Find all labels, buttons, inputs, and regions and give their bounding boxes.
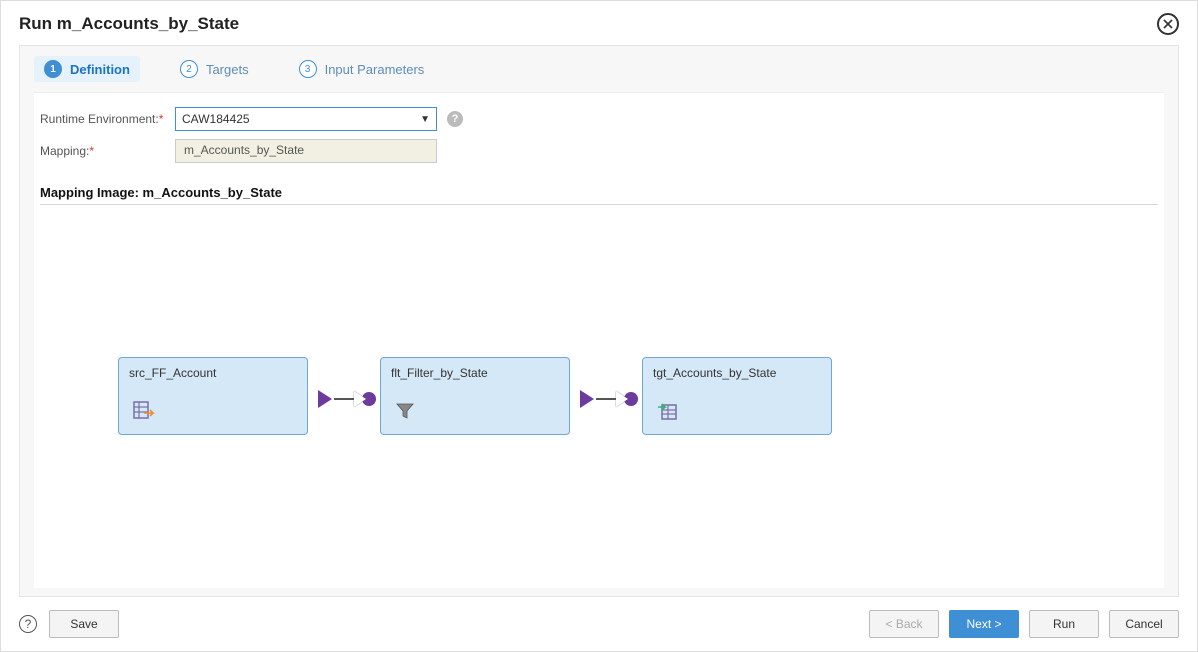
select-value: CAW184425 xyxy=(182,112,250,126)
tab-input-parameters[interactable]: 3 Input Parameters xyxy=(289,56,435,82)
node-source[interactable]: src_FF_Account xyxy=(118,357,308,435)
tab-definition[interactable]: 1 Definition xyxy=(34,56,140,82)
label-text: Mapping: xyxy=(40,144,89,158)
tab-label: Definition xyxy=(70,62,130,77)
runtime-env-row: Runtime Environment:* CAW184425 ▼ ? xyxy=(40,107,1158,131)
filter-icon xyxy=(395,401,415,424)
dialog-title: Run m_Accounts_by_State xyxy=(19,14,239,34)
dialog-footer: ? Save < Back Next > Run Cancel xyxy=(1,597,1197,651)
help-icon[interactable]: ? xyxy=(447,111,463,127)
required-asterisk: * xyxy=(159,112,164,126)
connector-line xyxy=(334,398,356,400)
close-icon xyxy=(1163,19,1173,29)
connector-2 xyxy=(580,390,638,408)
target-icon xyxy=(657,401,679,424)
run-mapping-dialog: Run m_Accounts_by_State 1 Definition 2 T… xyxy=(0,0,1198,652)
mapping-image-title: Mapping Image: m_Accounts_by_State xyxy=(40,185,1158,200)
connector-line xyxy=(596,398,618,400)
footer-left: ? Save xyxy=(19,610,119,638)
tab-label: Targets xyxy=(206,62,249,77)
wizard-body: 1 Definition 2 Targets 3 Input Parameter… xyxy=(19,45,1179,597)
required-asterisk: * xyxy=(89,144,94,158)
footer-help-button[interactable]: ? xyxy=(19,615,37,633)
arrow-icon xyxy=(318,390,332,408)
mapping-field: m_Accounts_by_State xyxy=(175,139,437,163)
arrow-icon xyxy=(580,390,594,408)
node-filter[interactable]: flt_Filter_by_State xyxy=(380,357,570,435)
tab-label: Input Parameters xyxy=(325,62,425,77)
step-number: 2 xyxy=(180,60,198,78)
cancel-button[interactable]: Cancel xyxy=(1109,610,1179,638)
source-icon xyxy=(133,401,155,424)
label-text: Runtime Environment: xyxy=(40,112,159,126)
section-divider xyxy=(40,204,1158,205)
node-target[interactable]: tgt_Accounts_by_State xyxy=(642,357,832,435)
connector-1 xyxy=(318,390,376,408)
mapping-label: Mapping:* xyxy=(40,144,175,158)
next-button[interactable]: Next > xyxy=(949,610,1019,638)
back-button[interactable]: < Back xyxy=(869,610,939,638)
runtime-env-label: Runtime Environment:* xyxy=(40,112,175,126)
wizard-tabs: 1 Definition 2 Targets 3 Input Parameter… xyxy=(20,46,1178,92)
save-button[interactable]: Save xyxy=(49,610,119,638)
footer-right: < Back Next > Run Cancel xyxy=(869,610,1179,638)
tab-content: Runtime Environment:* CAW184425 ▼ ? Mapp… xyxy=(34,92,1164,588)
node-title: src_FF_Account xyxy=(129,366,297,380)
chevron-down-icon: ▼ xyxy=(420,114,430,125)
close-button[interactable] xyxy=(1157,13,1179,35)
port-in-icon xyxy=(616,391,628,407)
step-number: 3 xyxy=(299,60,317,78)
run-button[interactable]: Run xyxy=(1029,610,1099,638)
mapping-canvas: src_FF_Account xyxy=(40,215,1158,515)
node-title: tgt_Accounts_by_State xyxy=(653,366,821,380)
port-in-icon xyxy=(354,391,366,407)
tab-targets[interactable]: 2 Targets xyxy=(170,56,259,82)
dialog-header: Run m_Accounts_by_State xyxy=(1,1,1197,43)
runtime-env-select[interactable]: CAW184425 ▼ xyxy=(175,107,437,131)
step-number: 1 xyxy=(44,60,62,78)
mapping-row: Mapping:* m_Accounts_by_State xyxy=(40,139,1158,163)
node-title: flt_Filter_by_State xyxy=(391,366,559,380)
